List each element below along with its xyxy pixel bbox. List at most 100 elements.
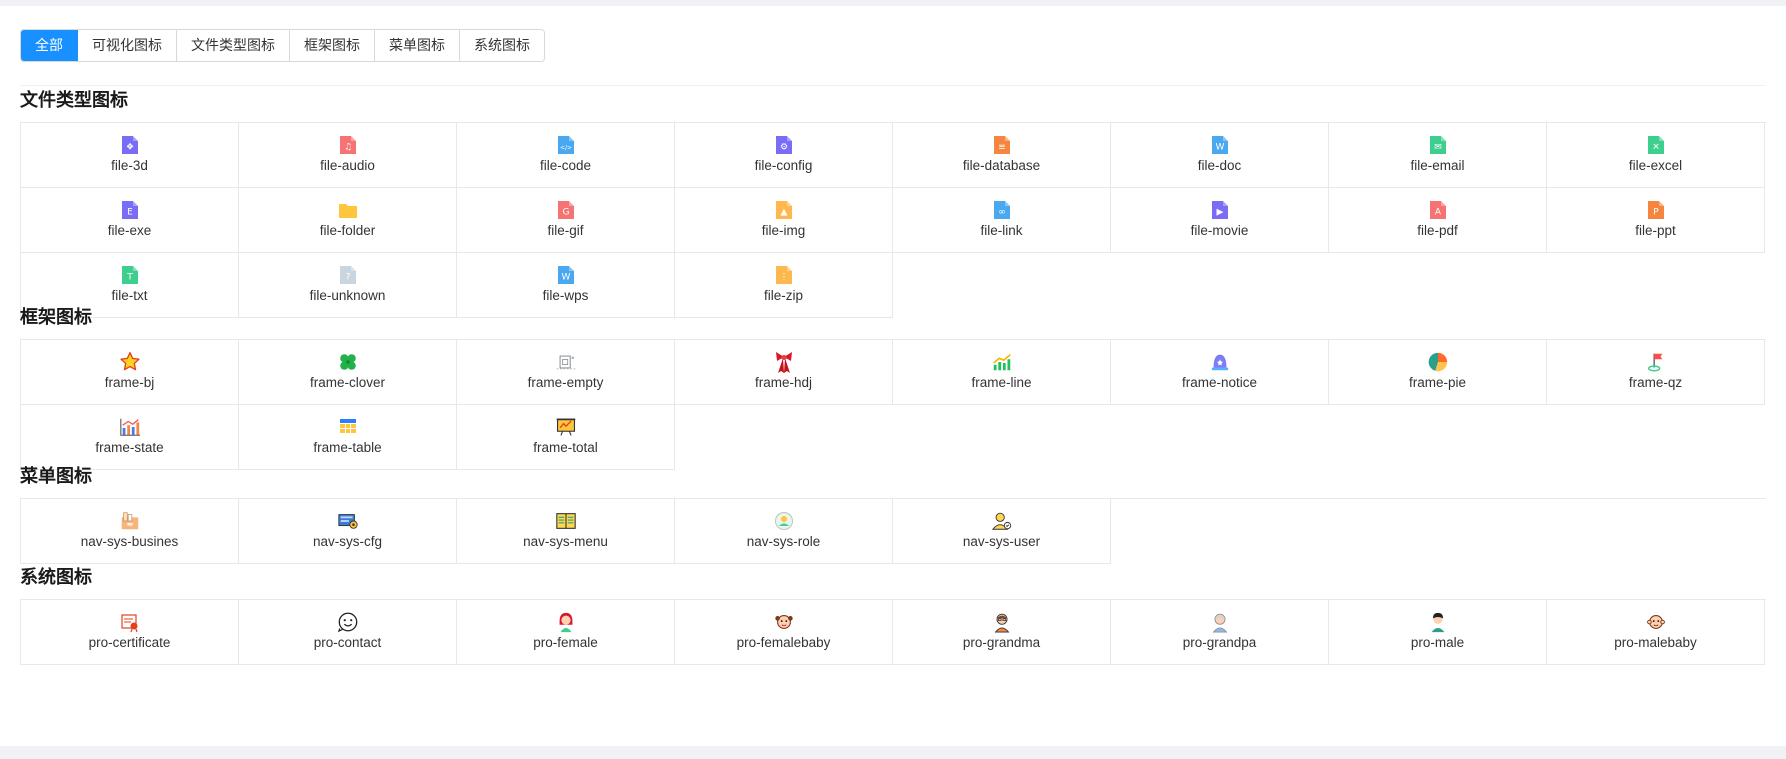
icon-card-file-img[interactable]: ▲ file-img <box>675 188 893 253</box>
section-menu-icons: 菜单图标 nav-sys-busines nav-sys-cfg nav-sys-m… <box>20 463 1768 564</box>
icon-card-nav-sys-user[interactable]: nav-sys-user <box>893 499 1111 564</box>
icon-label: file-img <box>761 223 806 238</box>
icon-label: nav-sys-user <box>962 534 1041 549</box>
icon-label: file-excel <box>1628 158 1683 173</box>
icon-card-file-config[interactable]: ⚙ file-config <box>675 123 893 188</box>
icon-card-frame-hdj[interactable]: frame-hdj <box>675 340 893 405</box>
icon-label: frame-pie <box>1408 375 1467 390</box>
icon-card-frame-total[interactable]: frame-total <box>457 405 675 470</box>
icon-card-nav-sys-busines[interactable]: nav-sys-busines <box>21 499 239 564</box>
svg-text:</>: </> <box>559 145 571 152</box>
frame-empty-icon <box>555 351 577 373</box>
tab-visualization-icons[interactable]: 可视化图标 <box>78 30 177 61</box>
icon-grid: nav-sys-busines nav-sys-cfg nav-sys-menu na… <box>20 498 1766 564</box>
section-frame-icons: 框架图标 frame-bj frame-clover frame-empty fram… <box>20 304 1768 470</box>
svg-text:♫: ♫ <box>343 143 351 153</box>
icon-label: file-unknown <box>309 288 386 303</box>
pro-grandma-icon <box>991 611 1013 633</box>
section-file-type-icons: 文件类型图标 ❖ file-3d ♫ file-audio </> file-code ⚙ f… <box>20 87 1768 318</box>
icon-label: nav-sys-cfg <box>312 534 383 549</box>
tab-menu-icons[interactable]: 菜单图标 <box>375 30 460 61</box>
tab-frame-icons[interactable]: 框架图标 <box>290 30 375 61</box>
icon-label: frame-total <box>533 440 598 455</box>
icon-label: frame-line <box>971 375 1032 390</box>
icon-card-pro-male[interactable]: pro-male <box>1329 600 1547 665</box>
icon-label: frame-clover <box>309 375 385 390</box>
svg-text:W: W <box>1215 143 1224 153</box>
pro-contact-icon <box>337 611 359 633</box>
file-wps-icon: W <box>555 264 577 286</box>
icon-card-pro-certificate[interactable]: pro-certificate <box>21 600 239 665</box>
icon-label: file-code <box>539 158 592 173</box>
icon-card-file-code[interactable]: </> file-code <box>457 123 675 188</box>
nav-sys-busines-icon <box>119 510 141 532</box>
icon-label: file-3d <box>111 158 148 173</box>
icon-card-file-3d[interactable]: ❖ file-3d <box>21 123 239 188</box>
icon-card-nav-sys-menu[interactable]: nav-sys-menu <box>457 499 675 564</box>
icon-card-file-ppt[interactable]: Pfile-ppt <box>1547 188 1765 253</box>
icon-card-file-audio[interactable]: ♫ file-audio <box>239 123 457 188</box>
svg-text:≡: ≡ <box>998 143 1006 153</box>
icon-card-nav-sys-role[interactable]: nav-sys-role <box>675 499 893 564</box>
frame-state-icon <box>119 416 141 438</box>
icon-card-frame-empty[interactable]: frame-empty <box>457 340 675 405</box>
icon-label: file-config <box>754 158 813 173</box>
icon-card-file-email[interactable]: ✉ file-email <box>1329 123 1547 188</box>
icon-label: file-folder <box>319 223 376 238</box>
icon-card-frame-qz[interactable]: frame-qz <box>1547 340 1765 405</box>
icon-card-file-doc[interactable]: Wfile-doc <box>1111 123 1329 188</box>
icon-card-frame-state[interactable]: frame-state <box>21 405 239 470</box>
icon-card-pro-grandma[interactable]: pro-grandma <box>893 600 1111 665</box>
pro-femalebaby-icon <box>773 611 795 633</box>
file-link-icon: ∞ <box>991 199 1013 221</box>
frame-line-icon <box>991 351 1013 373</box>
icon-card-file-link[interactable]: ∞ file-link <box>893 188 1111 253</box>
icon-card-pro-femalebaby[interactable]: pro-femalebaby <box>675 600 893 665</box>
file-movie-icon: ▶ <box>1209 199 1231 221</box>
nav-sys-cfg-icon <box>337 510 359 532</box>
icon-label: frame-qz <box>1628 375 1683 390</box>
svg-text:E: E <box>127 208 133 218</box>
icon-card-frame-pie[interactable]: frame-pie <box>1329 340 1547 405</box>
frame-table-icon <box>337 416 359 438</box>
frame-clover-icon <box>337 351 359 373</box>
icon-grid: ❖ file-3d ♫ file-audio </> file-code ⚙ file-con… <box>20 122 1766 318</box>
icon-card-frame-notice[interactable]: frame-notice <box>1111 340 1329 405</box>
tab-system-icons[interactable]: 系统图标 <box>460 30 544 61</box>
icon-card-nav-sys-cfg[interactable]: nav-sys-cfg <box>239 499 457 564</box>
icon-card-file-database[interactable]: ≡ file-database <box>893 123 1111 188</box>
icon-label: file-pdf <box>1417 223 1458 238</box>
file-config-icon: ⚙ <box>773 134 795 156</box>
tab-file-type-icons[interactable]: 文件类型图标 <box>177 30 290 61</box>
icon-card-file-gif[interactable]: Gfile-gif <box>457 188 675 253</box>
icon-card-pro-contact[interactable]: pro-contact <box>239 600 457 665</box>
svg-text:⚙: ⚙ <box>779 143 787 153</box>
svg-text:⋮: ⋮ <box>779 273 788 283</box>
frame-hdj-icon <box>773 351 795 373</box>
svg-text:❖: ❖ <box>125 143 133 153</box>
icon-label: pro-male <box>1410 635 1465 650</box>
icon-card-pro-malebaby[interactable]: pro-malebaby <box>1547 600 1765 665</box>
svg-text:G: G <box>562 208 569 218</box>
icon-label: file-database <box>962 158 1041 173</box>
file-code-icon: </> <box>555 134 577 156</box>
icon-card-pro-female[interactable]: pro-female <box>457 600 675 665</box>
icon-label: frame-table <box>313 440 382 455</box>
pro-grandpa-icon <box>1209 611 1231 633</box>
file-gif-icon: G <box>555 199 577 221</box>
icon-card-frame-bj[interactable]: frame-bj <box>21 340 239 405</box>
icon-card-file-excel[interactable]: ✕ file-excel <box>1547 123 1765 188</box>
icon-card-file-movie[interactable]: ▶ file-movie <box>1111 188 1329 253</box>
icon-card-file-exe[interactable]: Efile-exe <box>21 188 239 253</box>
file-exe-icon: E <box>119 199 141 221</box>
icon-card-frame-clover[interactable]: frame-clover <box>239 340 457 405</box>
tab-all[interactable]: 全部 <box>21 30 78 61</box>
icon-card-pro-grandpa[interactable]: pro-grandpa <box>1111 600 1329 665</box>
icon-card-frame-line[interactable]: frame-line <box>893 340 1111 405</box>
icon-card-file-folder[interactable]: file-folder <box>239 188 457 253</box>
icon-card-file-pdf[interactable]: Afile-pdf <box>1329 188 1547 253</box>
pro-female-icon <box>555 611 577 633</box>
icon-card-frame-table[interactable]: frame-table <box>239 405 457 470</box>
svg-text:?: ? <box>345 273 350 283</box>
nav-sys-user-icon <box>991 510 1013 532</box>
